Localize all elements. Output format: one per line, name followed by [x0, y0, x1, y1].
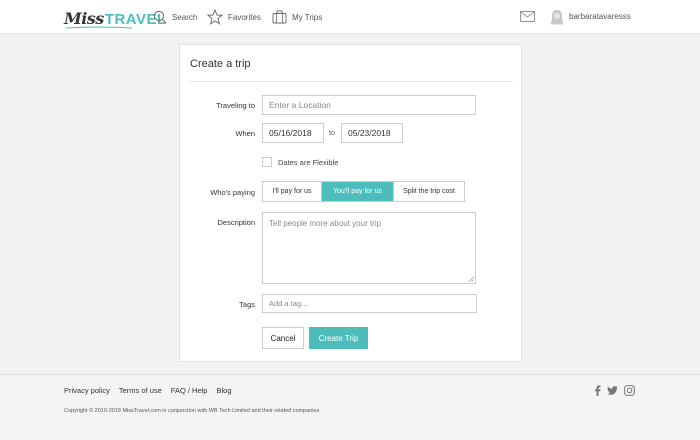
footer-link-privacy[interactable]: Privacy policy — [64, 386, 110, 395]
location-input[interactable]: Enter a Location — [262, 95, 476, 115]
tags-label: Tags — [239, 300, 255, 309]
whos-paying-label: Who's paying — [210, 188, 255, 197]
footer-link-blog[interactable]: Blog — [216, 386, 231, 395]
create-trip-button[interactable]: Create Trip — [309, 327, 368, 349]
option-i-pay[interactable]: I'll pay for us — [263, 182, 322, 201]
start-date-input[interactable]: 05/16/2018 — [262, 123, 324, 143]
flexible-dates-label: Dates are Flexible — [278, 158, 339, 167]
twitter-icon[interactable] — [607, 386, 618, 395]
star-icon — [207, 9, 223, 25]
resize-handle-icon[interactable] — [468, 276, 474, 282]
nav-search[interactable]: Search — [153, 8, 197, 26]
top-navbar: Miss TRAVEL Search Favorites My Trips ba… — [0, 0, 700, 34]
footer: Privacy policy Terms of use FAQ / Help B… — [0, 374, 700, 440]
instagram-icon[interactable] — [624, 385, 635, 396]
option-split-cost[interactable]: Split the trip cost — [394, 182, 464, 201]
cancel-button[interactable]: Cancel — [262, 327, 304, 349]
create-trip-card: Create a trip Traveling to Enter a Locat… — [179, 44, 522, 362]
end-date-input[interactable]: 05/23/2018 — [341, 123, 403, 143]
misstravel-logo[interactable]: Miss TRAVEL — [64, 6, 167, 29]
tags-input[interactable]: Add a tag... — [262, 294, 477, 313]
page-title: Create a trip — [190, 58, 251, 70]
nav-my-trips[interactable]: My Trips — [272, 8, 322, 26]
date-to-text: to — [329, 130, 335, 137]
username[interactable]: barbaratavaresss — [569, 12, 631, 21]
description-placeholder: Tell people more about your trip — [269, 219, 382, 228]
social-links — [594, 385, 641, 396]
nav-search-label: Search — [172, 12, 198, 22]
footer-link-terms[interactable]: Terms of use — [119, 386, 162, 395]
option-you-pay[interactable]: You'll pay for us — [322, 182, 394, 201]
logo-swoosh — [65, 26, 133, 29]
mail-icon[interactable] — [520, 11, 535, 22]
copyright-text: Copyright © 2010-2018 MissTravel.com in … — [64, 408, 320, 414]
nav-my-trips-label: My Trips — [292, 12, 323, 22]
title-divider — [190, 81, 513, 82]
when-label: When — [235, 129, 255, 138]
traveling-to-label: Traveling to — [216, 101, 255, 110]
nav-favorites[interactable]: Favorites — [207, 8, 261, 26]
description-label: Description — [217, 218, 255, 227]
suitcase-icon — [272, 10, 287, 24]
whos-paying-segmented-control: I'll pay for us You'll pay for us Split … — [262, 181, 465, 202]
footer-link-faq[interactable]: FAQ / Help — [171, 386, 208, 395]
flexible-dates-checkbox[interactable] — [262, 157, 272, 167]
footer-links: Privacy policy Terms of use FAQ / Help B… — [64, 386, 241, 395]
nav-favorites-label: Favorites — [228, 12, 261, 22]
facebook-icon[interactable] — [594, 385, 601, 396]
description-textarea[interactable]: Tell people more about your trip — [262, 212, 476, 284]
avatar[interactable] — [550, 9, 564, 25]
search-icon — [153, 10, 167, 24]
